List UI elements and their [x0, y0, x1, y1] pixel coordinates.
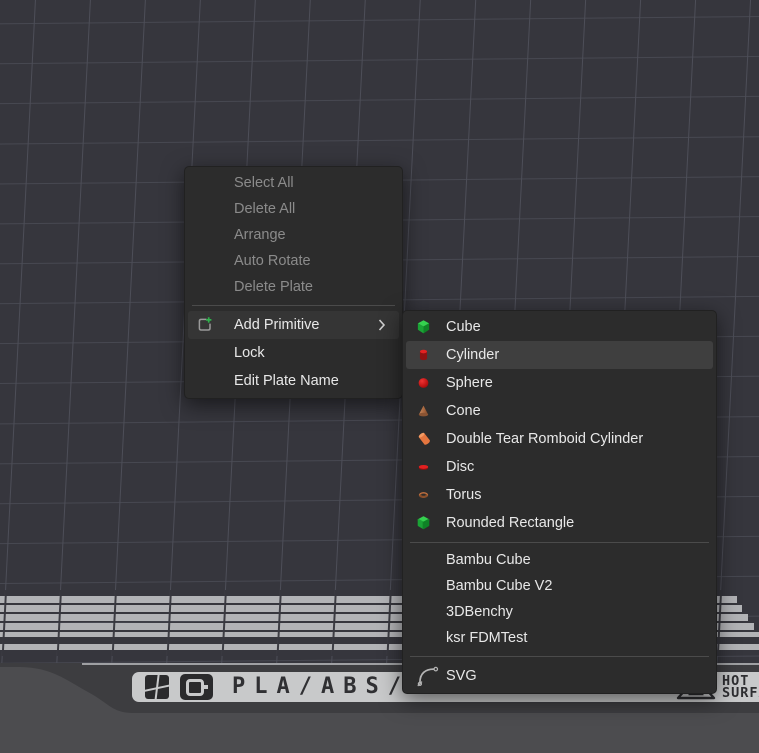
menu-item-label: Double Tear Romboid Cylinder	[446, 431, 643, 447]
menu-item-label: Add Primitive	[234, 317, 319, 333]
menu-item-svg[interactable]: SVG	[406, 661, 713, 691]
menu-item-label: Edit Plate Name	[234, 373, 339, 389]
sphere-icon	[416, 376, 431, 391]
menu-item-delete-all: Delete All	[188, 196, 399, 222]
menu-item-label: Select All	[234, 175, 294, 191]
menu-item-label: 3DBenchy	[446, 604, 513, 620]
menu-separator	[410, 542, 709, 543]
menu-item-delete-plate: Delete Plate	[188, 274, 399, 300]
menu-item-arrange: Arrange	[188, 222, 399, 248]
disc-icon	[416, 460, 431, 475]
menu-item-bambu-cube-v2[interactable]: Bambu Cube V2	[406, 573, 713, 599]
menu-item-select-all: Select All	[188, 170, 399, 196]
cube-icon	[416, 320, 431, 335]
menu-item-label: Bambu Cube V2	[446, 578, 552, 594]
menu-item-label: ksr FDMTest	[446, 630, 527, 646]
slicer-3d-viewport[interactable]: PLA/ABS/PETG HOT SURFACE Select All Dele…	[0, 0, 759, 753]
menu-item-ksr-fdmtest[interactable]: ksr FDMTest	[406, 625, 713, 651]
menu-item-label: Rounded Rectangle	[446, 515, 574, 531]
hot-surface-warning-text: HOT SURFACE	[722, 675, 759, 699]
cone-icon	[416, 404, 431, 419]
menu-item-label: Sphere	[446, 375, 493, 391]
plate-qr-icon	[180, 674, 213, 700]
menu-item-label: Torus	[446, 487, 481, 503]
bambu-logo-icon	[145, 675, 169, 699]
chevron-right-icon	[378, 319, 386, 331]
menu-item-label: Cylinder	[446, 347, 499, 363]
menu-item-label: SVG	[446, 668, 477, 684]
menu-separator	[410, 656, 709, 657]
menu-item-label: Cube	[446, 319, 481, 335]
torus-icon	[416, 488, 431, 503]
menu-item-auto-rotate: Auto Rotate	[188, 248, 399, 274]
menu-item-label: Arrange	[234, 227, 286, 243]
menu-item-edit-plate-name[interactable]: Edit Plate Name	[188, 367, 399, 395]
menu-item-label: Delete All	[234, 201, 295, 217]
menu-item-label: Disc	[446, 459, 474, 475]
hot-surface-line2: SURFACE	[722, 687, 759, 699]
svg-bezier-icon	[416, 665, 441, 688]
add-primitive-icon	[196, 316, 214, 334]
menu-item-cone[interactable]: Cone	[406, 397, 713, 425]
menu-item-bambu-cube[interactable]: Bambu Cube	[406, 547, 713, 573]
menu-item-label: Cone	[446, 403, 481, 419]
menu-item-lock[interactable]: Lock	[188, 339, 399, 367]
menu-item-torus[interactable]: Torus	[406, 481, 713, 509]
menu-item-double-tear-romboid-cylinder[interactable]: Double Tear Romboid Cylinder	[406, 425, 713, 453]
menu-separator	[192, 305, 395, 306]
cylinder-icon	[416, 348, 431, 363]
menu-item-label: Lock	[234, 345, 265, 361]
double-tear-romboid-cylinder-icon	[416, 431, 433, 448]
menu-item-disc[interactable]: Disc	[406, 453, 713, 481]
add-primitive-submenu: Cube Cylinder Sphere Cone Double Tear Ro…	[402, 310, 717, 694]
menu-item-label: Auto Rotate	[234, 253, 311, 269]
menu-item-cylinder[interactable]: Cylinder	[406, 341, 713, 369]
menu-item-label: Delete Plate	[234, 279, 313, 295]
menu-item-3dbenchy[interactable]: 3DBenchy	[406, 599, 713, 625]
menu-item-cube[interactable]: Cube	[406, 313, 713, 341]
menu-item-rounded-rectangle[interactable]: Rounded Rectangle	[406, 509, 713, 537]
menu-item-label: Bambu Cube	[446, 552, 531, 568]
rounded-rectangle-icon	[416, 516, 431, 531]
plate-context-menu: Select All Delete All Arrange Auto Rotat…	[184, 166, 403, 399]
menu-item-add-primitive[interactable]: Add Primitive	[188, 311, 399, 339]
menu-item-sphere[interactable]: Sphere	[406, 369, 713, 397]
